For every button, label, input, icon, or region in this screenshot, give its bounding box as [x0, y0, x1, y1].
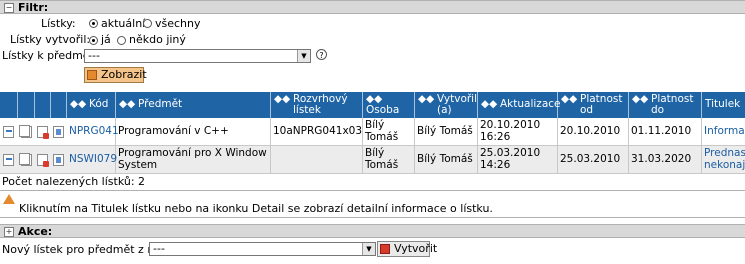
row-platnost-do: 31.03.2020 — [631, 153, 692, 165]
row-titulek-link[interactable]: Prednask — [704, 148, 745, 159]
row-aktualizace-date: 20.10.2010 — [480, 119, 541, 131]
delete-icon[interactable] — [37, 154, 49, 167]
radio-vsechny-label: všechny — [155, 17, 201, 30]
delete-icon[interactable] — [37, 126, 49, 139]
table-row: NPRG041 Programování v C++ 10aNPRG041x03… — [0, 118, 745, 146]
row-predmet: Programování v C++ — [118, 125, 229, 137]
row-platnost-od: 25.03.2010 — [560, 153, 621, 165]
radio-vsechny[interactable] — [143, 19, 152, 28]
edit-icon[interactable] — [3, 126, 14, 138]
filter-section-header[interactable]: − Filtr: — [0, 0, 745, 14]
vytvoril-label: Lístky vytvořil: — [10, 33, 91, 46]
row-aktualizace-date: 25.03.2010 — [480, 147, 541, 159]
search-icon — [87, 70, 97, 80]
row-vytvoril: Bílý Tomáš — [417, 153, 473, 165]
row-osoba: Bílý — [365, 147, 385, 159]
novy-listek-select-value: --- — [153, 242, 165, 255]
header-vytvoril[interactable]: Vytvořil (a) — [437, 94, 477, 116]
table-row: NSWI079 Programování pro X Window System… — [0, 146, 745, 174]
sort-icon[interactable]: ◆◆ — [632, 94, 648, 105]
row-platnost-od: 20.10.2010 — [560, 125, 621, 137]
sort-icon[interactable]: ◆◆ — [274, 94, 290, 105]
row-predmet-2: System — [118, 159, 158, 171]
novy-listek-select[interactable]: --- ▼ — [149, 242, 376, 256]
row-osoba-2: Tomáš — [365, 131, 399, 143]
sort-icon[interactable]: ◆◆ — [418, 94, 434, 105]
row-osoba: Bílý — [365, 119, 385, 131]
sort-icon[interactable]: ◆◆ — [70, 99, 86, 110]
header-platnost-od[interactable]: Platnost od — [580, 94, 622, 116]
header-predmet[interactable]: Předmět — [138, 99, 182, 110]
vytvorit-label: Vytvořit — [394, 242, 438, 255]
header-rozvrhovy[interactable]: Rozvrhový lístek — [293, 94, 353, 116]
result-count: Počet nalezených lístků: 2 — [2, 175, 146, 188]
header-platnost-do[interactable]: Platnost do — [651, 94, 695, 116]
expand-toggle-icon[interactable]: + — [4, 227, 14, 237]
vytvorit-button[interactable]: Vytvořit — [377, 241, 437, 257]
warning-icon — [3, 194, 15, 204]
detail-icon[interactable] — [53, 154, 64, 166]
sort-icon[interactable]: ◆◆ — [561, 94, 577, 105]
predmet-select[interactable]: --- ▼ — [84, 49, 311, 63]
collapse-toggle-icon[interactable]: − — [4, 3, 14, 13]
detail-icon[interactable] — [53, 126, 64, 138]
row-rozvrhovy: 10aNPRG041x03 — [273, 125, 363, 137]
akce-section-header[interactable]: + Akce: — [0, 224, 745, 238]
radio-ja[interactable] — [89, 36, 98, 45]
row-titulek-link-2[interactable]: nekonaji — [704, 160, 745, 171]
akce-section-title: Akce: — [18, 225, 53, 238]
radio-ja-label: já — [101, 33, 111, 46]
radio-nekdo-jiny-label: někdo jiný — [129, 33, 186, 46]
row-predmet: Programování pro X Window — [118, 147, 267, 159]
help-icon[interactable]: ? — [316, 49, 327, 60]
header-titulek[interactable]: Titulek — [705, 99, 740, 110]
sort-icon[interactable]: ◆◆ — [481, 99, 497, 110]
predmet-select-value: --- — [88, 49, 100, 62]
radio-aktualni[interactable] — [89, 19, 98, 28]
header-kod[interactable]: Kód — [89, 99, 108, 110]
info-text: Kliknutím na Titulek lístku nebo na ikon… — [19, 202, 493, 215]
row-aktualizace-time: 16:26 — [480, 131, 511, 143]
header-osoba[interactable]: Osoba — [366, 105, 399, 116]
sort-icon[interactable]: ◆◆ — [119, 99, 135, 110]
row-kod-link[interactable]: NPRG041 — [69, 126, 119, 137]
row-kod-link[interactable]: NSWI079 — [69, 154, 117, 165]
row-vytvoril: Bílý Tomáš — [417, 125, 473, 137]
row-platnost-do: 01.11.2010 — [631, 125, 692, 137]
radio-aktualni-label: aktuální — [101, 17, 146, 30]
header-aktualizace[interactable]: Aktualizace — [500, 99, 560, 110]
copy-icon[interactable] — [19, 125, 32, 138]
row-aktualizace-time: 14:26 — [480, 159, 511, 171]
edit-icon[interactable] — [3, 154, 14, 166]
add-icon — [380, 244, 390, 254]
table-header: ◆◆ Kód ◆◆ Předmět ◆◆ Rozvrhový lístek ◆◆… — [0, 92, 745, 118]
zobrazit-button[interactable]: Zobrazit — [84, 67, 147, 83]
chevron-down-icon: ▼ — [362, 243, 375, 255]
copy-icon[interactable] — [19, 153, 32, 166]
listky-label: Lístky: — [41, 17, 76, 30]
filter-section-title: Filtr: — [18, 1, 49, 14]
row-titulek-link[interactable]: Informace — [704, 126, 745, 137]
zobrazit-label: Zobrazit — [101, 68, 147, 81]
chevron-down-icon: ▼ — [297, 50, 310, 62]
radio-nekdo-jiny[interactable] — [117, 36, 126, 45]
row-osoba-2: Tomáš — [365, 159, 399, 171]
